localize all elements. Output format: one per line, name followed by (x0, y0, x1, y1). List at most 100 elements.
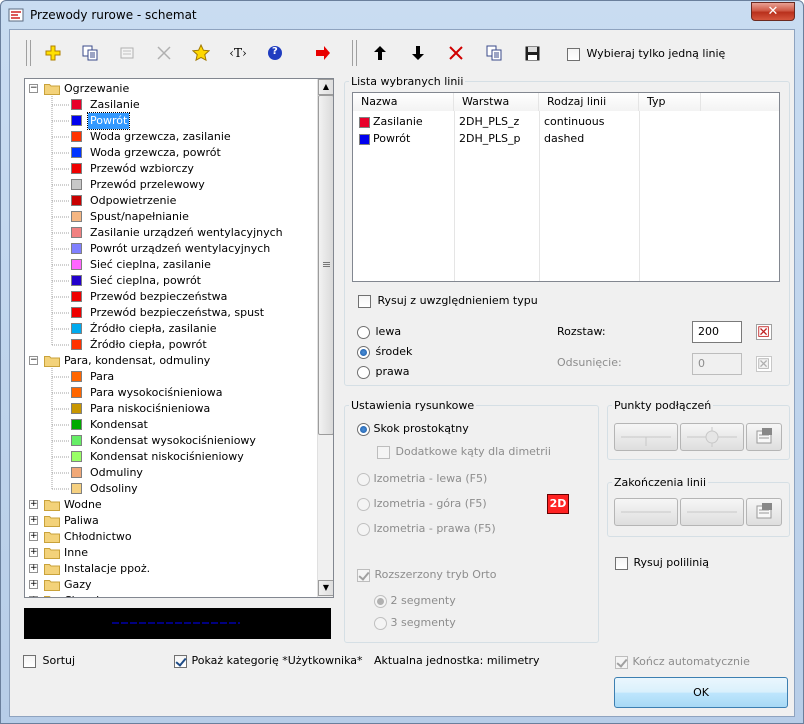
ok-button[interactable]: OK (614, 677, 788, 708)
toolbar-grip[interactable] (26, 40, 31, 66)
tree-item[interactable]: Odsoliny (25, 481, 315, 497)
line-color-swatch (71, 243, 82, 254)
position-left-radio[interactable]: lewa (357, 325, 401, 339)
text-tool-button[interactable]: ‹T› (225, 40, 251, 66)
connection-settings-button[interactable] (746, 423, 782, 451)
tree-item[interactable]: Kondensat wysokociśnieniowy (25, 433, 315, 449)
close-button[interactable]: ✕ (751, 2, 795, 21)
copy-icon[interactable] (77, 40, 103, 66)
expand-icon[interactable]: + (29, 500, 38, 509)
tree-folder[interactable]: + Inne (25, 545, 315, 561)
tree-folder[interactable]: + Wodne (25, 497, 315, 513)
arrow-right-icon[interactable] (310, 40, 336, 66)
toolbar-grip-2[interactable] (352, 40, 357, 66)
rect-step-radio[interactable]: Skok prostokątny (357, 422, 469, 436)
tree-item[interactable]: Przewód przelewowy (25, 177, 315, 193)
tree-folder[interactable]: + Gazy (25, 577, 315, 593)
column-header-name[interactable]: Nazwa (353, 93, 454, 111)
tree-folder[interactable]: − Para, kondensat, odmuliny (25, 353, 315, 369)
duplicate-icon[interactable] (481, 40, 507, 66)
scroll-up-button[interactable]: ▲ (318, 79, 333, 95)
delete-icon[interactable] (443, 40, 469, 66)
tree-item[interactable]: Przewód bezpieczeństwa, spust (25, 305, 315, 321)
collapse-icon[interactable]: − (29, 356, 38, 365)
tree-item[interactable]: Przewód bezpieczeństwa (25, 289, 315, 305)
column-header-line-type[interactable]: Rodzaj linii (539, 93, 639, 111)
add-icon[interactable] (40, 40, 66, 66)
save-icon[interactable] (519, 40, 545, 66)
mode-2d-badge[interactable]: 2D (547, 494, 569, 514)
only-one-line-checkbox[interactable]: Wybieraj tylko jedną linię (567, 47, 725, 61)
expand-icon[interactable]: + (29, 548, 38, 557)
draw-polyline-box[interactable] (615, 556, 628, 570)
tree-item[interactable]: Kondensat niskociśnieniowy (25, 449, 315, 465)
tree-item[interactable]: Zasilanie (25, 97, 315, 113)
tree-item[interactable]: Zasilanie urządzeń wentylacyjnych (25, 225, 315, 241)
tree-scrollbar[interactable]: ▲ ▼ (317, 79, 333, 597)
selected-lines-list[interactable]: Nazwa Warstwa Rodzaj linii Typ Zasilanie… (352, 92, 780, 282)
expand-icon[interactable]: + (29, 516, 38, 525)
tree-folder[interactable]: + Chłodnictwo (25, 529, 315, 545)
show-user-category-box[interactable] (174, 654, 187, 668)
line-category-tree[interactable]: − Ogrzewanie Zasilanie Powrót Woda grzewcza,… (24, 78, 334, 598)
column-header-type[interactable]: Typ (639, 93, 701, 111)
tree-folder[interactable]: + Paliwa (25, 513, 315, 529)
tree-item[interactable]: Woda grzewcza, powrót (25, 145, 315, 161)
tree-item[interactable]: Para (25, 369, 315, 385)
position-right-dot[interactable] (357, 365, 370, 379)
tree-item[interactable]: Źródło ciepła, zasilanie (25, 321, 315, 337)
only-one-line-box[interactable] (567, 47, 580, 61)
draw-polyline-checkbox[interactable]: Rysuj polilinią (615, 556, 709, 570)
position-center-dot[interactable] (357, 345, 370, 359)
help-icon[interactable]: ? (262, 40, 288, 66)
sort-box[interactable] (23, 654, 36, 668)
position-right-radio[interactable]: prawa (357, 365, 409, 379)
column-header-layer[interactable]: Warstwa (454, 93, 539, 111)
tree-item[interactable]: Para wysokociśnieniowa (25, 385, 315, 401)
tree-folder[interactable]: + Instalacje ppoż. (25, 561, 315, 577)
connection-point-button[interactable] (680, 423, 744, 451)
connection-t-button[interactable] (614, 423, 678, 451)
ending-alt-button[interactable] (680, 498, 744, 526)
offset-input[interactable]: 0 (692, 353, 742, 375)
tree-folder[interactable]: − Ogrzewanie (25, 81, 315, 97)
tree-item[interactable]: Woda grzewcza, zasilanie (25, 129, 315, 145)
tree-item[interactable]: Przewód wzbiorczy (25, 161, 315, 177)
tree-item[interactable]: Spust/napełnianie (25, 209, 315, 225)
rect-step-dot[interactable] (357, 422, 370, 436)
draw-with-type-checkbox[interactable]: Rysuj z uwzględnieniem typu (358, 294, 538, 308)
tree-item[interactable]: Powrót urządzeń wentylacyjnych (25, 241, 315, 257)
tree-item[interactable]: Para niskociśnieniowa (25, 401, 315, 417)
expand-icon[interactable]: + (29, 580, 38, 589)
ending-settings-button[interactable] (746, 498, 782, 526)
tree-item[interactable]: Kondensat (25, 417, 315, 433)
ending-plain-button[interactable] (614, 498, 678, 526)
tree-item[interactable]: Odmuliny (25, 465, 315, 481)
arrow-down-icon[interactable] (405, 40, 431, 66)
tree-item[interactable]: Powrót (25, 112, 315, 130)
position-center-radio[interactable]: środek (357, 345, 412, 359)
sort-checkbox[interactable]: Sortuj (23, 654, 75, 668)
two-segments-dot (374, 594, 387, 608)
expand-icon[interactable]: + (29, 596, 38, 597)
expand-icon[interactable]: + (29, 532, 38, 541)
line-color-swatch (71, 131, 82, 142)
tree-item[interactable]: Odpowietrzenie (25, 193, 315, 209)
iso-left-label: Izometria - lewa (F5) (373, 472, 488, 485)
scroll-thumb[interactable] (318, 95, 333, 435)
tree-item[interactable]: Sieć cieplna, zasilanie (25, 257, 315, 273)
collapse-icon[interactable]: − (29, 84, 38, 93)
tree-item[interactable]: Źródło ciepła, powrót (25, 337, 315, 353)
tree-item[interactable]: Sieć cieplna, powrót (25, 273, 315, 289)
show-user-category-checkbox[interactable]: Pokaż kategorię *Użytkownika* (174, 654, 363, 668)
tree-item-label: Przewód przelewowy (90, 178, 205, 191)
draw-with-type-box[interactable] (358, 294, 371, 308)
tree-folder[interactable]: + Chemia (25, 593, 315, 597)
pick-spacing-icon[interactable] (756, 324, 772, 340)
position-left-dot[interactable] (357, 325, 370, 339)
scroll-down-button[interactable]: ▼ (318, 580, 333, 596)
spacing-input[interactable]: 200 (692, 321, 742, 343)
arrow-up-icon[interactable] (367, 40, 393, 66)
expand-icon[interactable]: + (29, 564, 38, 573)
star-icon[interactable] (188, 40, 214, 66)
